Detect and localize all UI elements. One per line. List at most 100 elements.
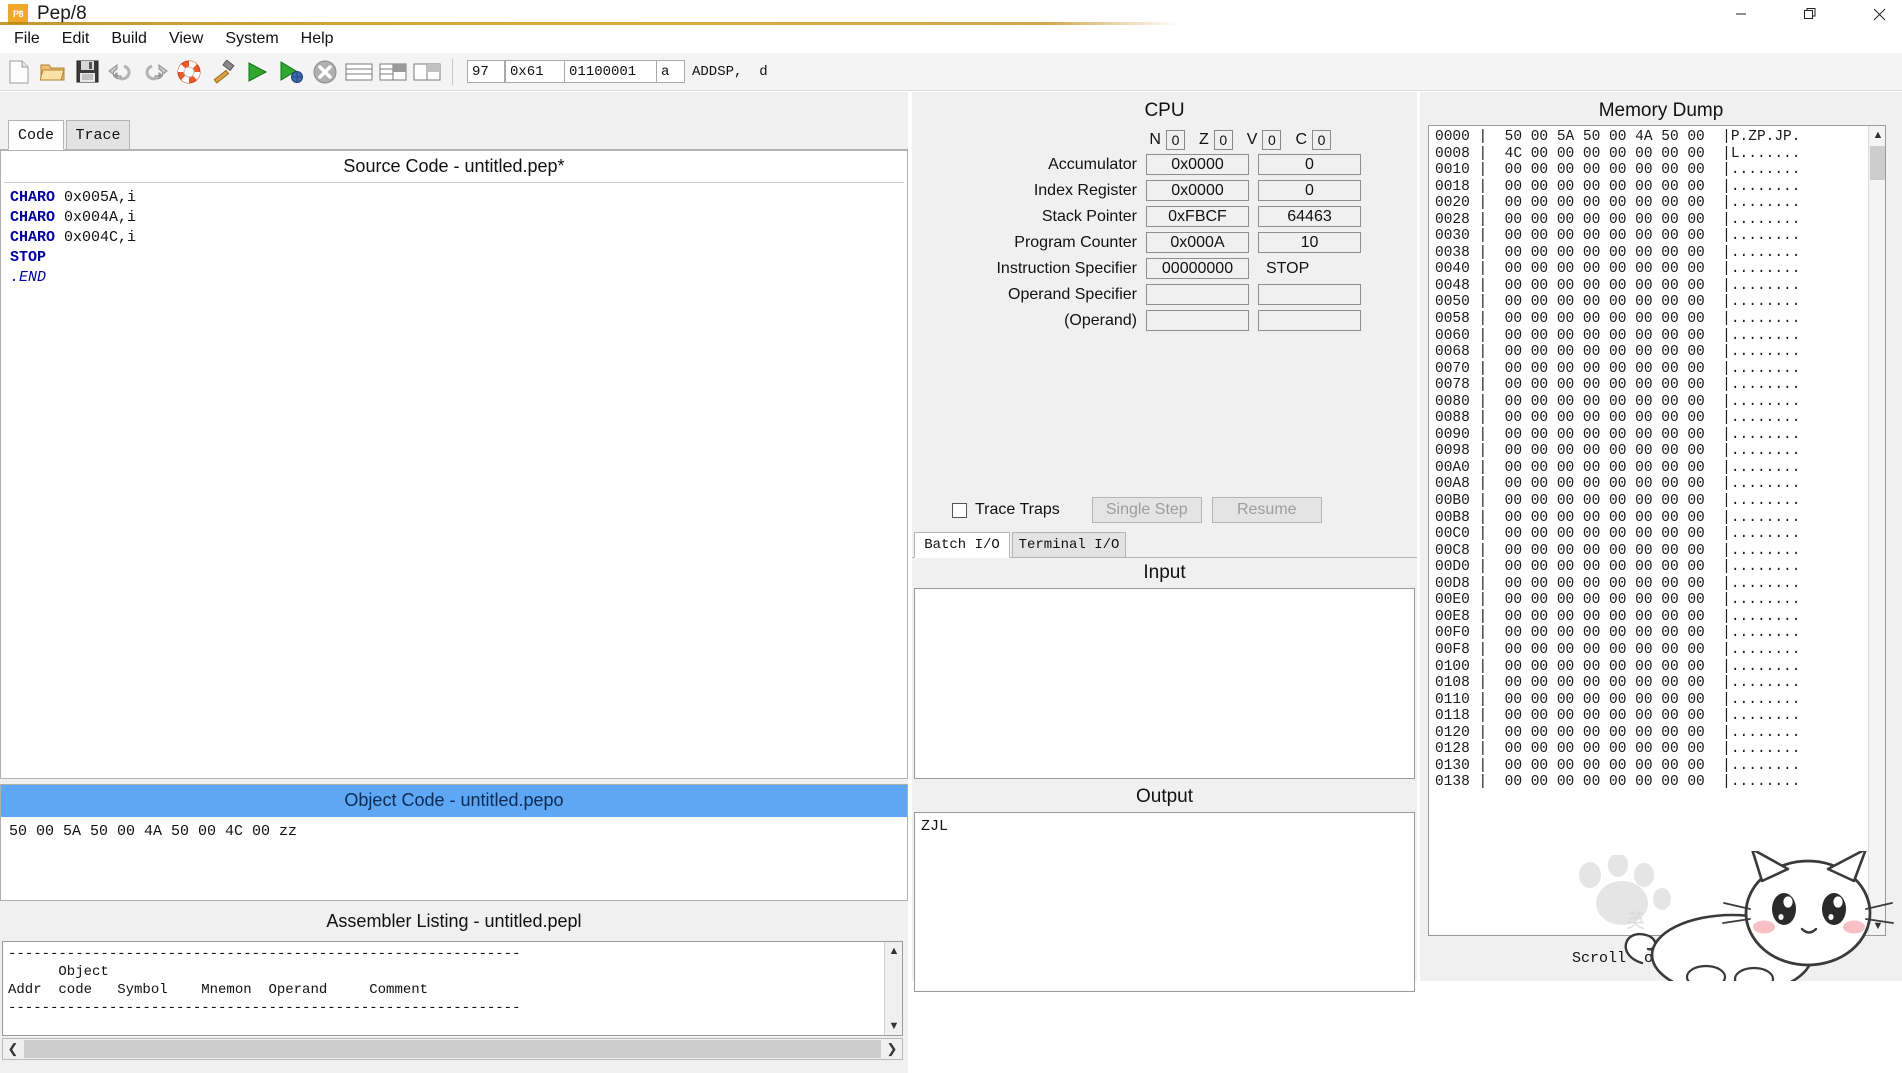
- stop-icon[interactable]: [310, 57, 340, 87]
- layout-grid-icon[interactable]: [412, 57, 442, 87]
- operand-specifier-dec[interactable]: [1258, 284, 1361, 305]
- source-code-editor[interactable]: CHARO 0x005A,i CHARO 0x004A,i CHARO 0x00…: [4, 182, 904, 775]
- layout-mixed-icon[interactable]: [378, 57, 408, 87]
- scroll-to-input[interactable]: 0x0000: [1670, 947, 1750, 970]
- tab-code[interactable]: Code: [8, 120, 64, 150]
- menu-item-help[interactable]: Help: [290, 28, 345, 50]
- operand-specifier-label: Operand Specifier: [912, 286, 1146, 304]
- status-hex-field[interactable]: 0x61: [505, 60, 565, 83]
- open-folder-icon[interactable]: [38, 57, 68, 87]
- stack-pointer-dec[interactable]: 64463: [1258, 206, 1361, 227]
- cpu-title: CPU: [912, 92, 1417, 122]
- flag-z-value[interactable]: 0: [1214, 130, 1233, 150]
- single-step-button[interactable]: Single Step: [1092, 497, 1202, 523]
- scroll-right-icon[interactable]: ❯: [882, 1039, 902, 1059]
- scroll-left-icon[interactable]: ❮: [3, 1039, 23, 1059]
- instruction-specifier-mnemonic: STOP: [1266, 260, 1309, 278]
- operand-hex[interactable]: [1146, 310, 1249, 331]
- redo-icon[interactable]: [140, 57, 170, 87]
- menu-item-edit[interactable]: Edit: [51, 28, 101, 50]
- assembler-listing-box[interactable]: ----------------------------------------…: [2, 941, 903, 1036]
- memory-dump-pane: Memory Dump 0000 | 50 00 5A 50 00 4A 50 …: [1420, 92, 1902, 981]
- menu-item-file[interactable]: File: [3, 28, 51, 50]
- tab-terminal-io[interactable]: Terminal I/O: [1012, 532, 1126, 558]
- source-line-0-keyword: CHARO: [10, 189, 55, 206]
- io-tabbar: Batch I/O Terminal I/O: [912, 532, 1417, 558]
- flag-v-value[interactable]: 0: [1262, 130, 1281, 150]
- hammer-build-icon[interactable]: [208, 57, 238, 87]
- memory-scroll-thumb[interactable]: [1870, 146, 1885, 180]
- object-code-panel: Object Code - untitled.pepo 50 00 5A 50 …: [0, 784, 908, 901]
- trace-traps-checkbox[interactable]: [952, 503, 967, 518]
- index-register-hex[interactable]: 0x0000: [1146, 180, 1249, 201]
- input-title: Input: [912, 562, 1417, 584]
- flag-c-label: C: [1295, 131, 1307, 149]
- memory-dump-text: 0000 | 50 00 5A 50 00 4A 50 00 |P.ZP.JP.…: [1429, 126, 1885, 791]
- undo-icon[interactable]: [106, 57, 136, 87]
- menu-bar: File Edit Build View System Help: [0, 26, 1902, 52]
- program-counter-hex[interactable]: 0x000A: [1146, 232, 1249, 253]
- stack-pointer-hex[interactable]: 0xFBCF: [1146, 206, 1249, 227]
- memory-dump-box[interactable]: 0000 | 50 00 5A 50 00 4A 50 00 |P.ZP.JP.…: [1428, 125, 1886, 936]
- operand-specifier-hex[interactable]: [1146, 284, 1249, 305]
- memory-scroll-down-icon[interactable]: ▼: [1869, 917, 1886, 935]
- toolbar-separator: [452, 59, 453, 85]
- register-row-accumulator: Accumulator 0x0000 0: [912, 154, 1417, 175]
- object-code-editor[interactable]: 50 00 5A 50 00 4A 50 00 4C 00 zz: [3, 818, 905, 898]
- scroll-down-icon[interactable]: ▼: [885, 1017, 903, 1035]
- accumulator-dec[interactable]: 0: [1258, 154, 1361, 175]
- app-logo-icon: P8: [8, 4, 28, 24]
- flag-v: V 0: [1247, 130, 1282, 150]
- tab-batch-io[interactable]: Batch I/O: [914, 532, 1010, 558]
- save-icon[interactable]: [72, 57, 102, 87]
- run-debug-icon[interactable]: [276, 57, 306, 87]
- window-maximize-button[interactable]: [1787, 0, 1833, 28]
- assembler-horizontal-scrollbar[interactable]: ❮ ❯: [2, 1038, 903, 1060]
- tab-trace[interactable]: Trace: [66, 120, 130, 150]
- assembler-vertical-scrollbar[interactable]: ▲ ▼: [884, 942, 902, 1035]
- source-line-2-operand: 0x004C,i: [55, 229, 136, 246]
- flag-z-label: Z: [1199, 131, 1209, 149]
- register-row-program-counter: Program Counter 0x000A 10: [912, 232, 1417, 253]
- flag-c-value[interactable]: 0: [1312, 130, 1331, 150]
- status-decimal-field[interactable]: 97: [467, 60, 505, 83]
- menu-item-system[interactable]: System: [214, 28, 289, 50]
- operand-dec[interactable]: [1258, 310, 1361, 331]
- run-icon[interactable]: [242, 57, 272, 87]
- flag-n-label: N: [1149, 131, 1161, 149]
- output-textarea[interactable]: ZJL: [914, 812, 1415, 992]
- index-register-dec[interactable]: 0: [1258, 180, 1361, 201]
- window-minimize-button[interactable]: [1718, 0, 1764, 28]
- flag-n: N 0: [1149, 130, 1185, 150]
- lifesaver-icon[interactable]: [174, 57, 204, 87]
- status-ascii-field[interactable]: a: [657, 60, 685, 83]
- scroll-up-icon[interactable]: ▲: [885, 942, 903, 960]
- index-register-label: Index Register: [912, 182, 1146, 200]
- window-close-button[interactable]: [1856, 0, 1902, 28]
- status-binary-field[interactable]: 01100001: [565, 60, 657, 83]
- program-counter-dec[interactable]: 10: [1258, 232, 1361, 253]
- register-row-instruction-specifier: Instruction Specifier 00000000 STOP: [912, 258, 1417, 279]
- horizontal-scroll-thumb[interactable]: [24, 1040, 881, 1058]
- input-textarea[interactable]: [914, 588, 1415, 779]
- instruction-specifier-value[interactable]: 00000000: [1146, 258, 1249, 279]
- menu-item-view[interactable]: View: [158, 28, 214, 50]
- accumulator-hex[interactable]: 0x0000: [1146, 154, 1249, 175]
- left-pane: Code Trace Source Code - untitled.pep* C…: [0, 92, 908, 981]
- layout-rows-icon[interactable]: [344, 57, 374, 87]
- flag-c: C 0: [1295, 130, 1331, 150]
- stack-pointer-label: Stack Pointer: [912, 208, 1146, 226]
- flag-n-value[interactable]: 0: [1166, 130, 1185, 150]
- toolbar: 97 0x61 01100001 a ADDSP, d: [0, 53, 1902, 91]
- resume-button[interactable]: Resume: [1212, 497, 1322, 523]
- assembler-listing-title: Assembler Listing - untitled.pepl: [0, 905, 908, 939]
- new-file-icon[interactable]: [4, 57, 34, 87]
- memory-scroll-up-icon[interactable]: ▲: [1869, 126, 1886, 144]
- source-code-panel: Source Code - untitled.pep* CHARO 0x005A…: [0, 150, 908, 779]
- trace-traps-label: Trace Traps: [975, 501, 1060, 519]
- source-line-0-operand: 0x005A,i: [55, 189, 136, 206]
- output-title: Output: [912, 786, 1417, 808]
- cpu-pane: CPU N 0 Z 0 V 0 C 0 Accumulator 0x0000 0…: [912, 92, 1417, 981]
- menu-item-build[interactable]: Build: [100, 28, 158, 50]
- memory-vertical-scrollbar[interactable]: ▲ ▼: [1868, 126, 1885, 935]
